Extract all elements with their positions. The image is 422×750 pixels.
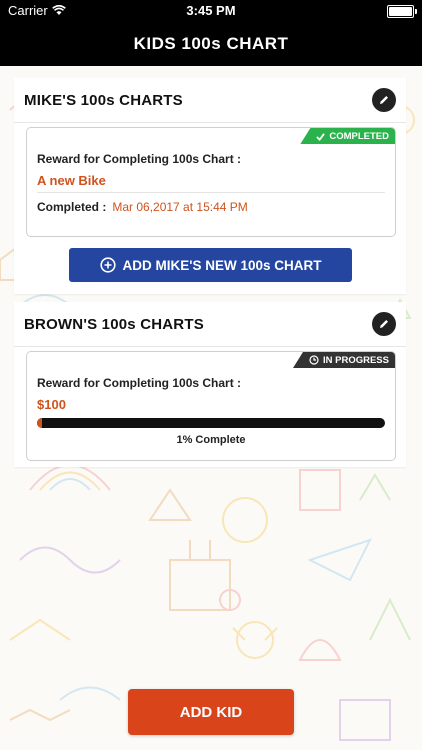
card-divider <box>37 192 385 193</box>
page-title: KIDS 100s CHART <box>133 34 289 53</box>
add-kid-button[interactable]: ADD KID <box>128 689 294 735</box>
chart-card[interactable]: COMPLETED Reward for Completing 100s Cha… <box>26 127 396 237</box>
progress-bar-fill <box>37 418 43 428</box>
kid-section-header: BROWN'S 100s CHARTS <box>14 302 406 347</box>
add-kid-label: ADD KID <box>179 703 243 721</box>
check-icon <box>316 132 326 141</box>
battery-icon <box>387 5 417 18</box>
completed-row: Completed : Mar 06,2017 at 15:44 PM <box>37 200 248 214</box>
reward-label: Reward for Completing 100s Chart : <box>37 152 242 166</box>
reward-label: Reward for Completing 100s Chart : <box>37 376 242 390</box>
nav-bar: KIDS 100s CHART <box>0 22 422 66</box>
edit-kid-button[interactable] <box>372 88 396 112</box>
reward-value: A new Bike <box>37 173 106 188</box>
pencil-icon <box>380 96 388 104</box>
plus-circle-icon <box>99 257 116 273</box>
status-badge: COMPLETED <box>300 128 395 144</box>
kid-section-brown: BROWN'S 100s CHARTS IN PROGRESS Reward f… <box>14 302 406 467</box>
clock-time: 3:45 PM <box>186 3 236 18</box>
completed-label: Completed : <box>37 200 107 214</box>
progress-text: 1% Complete <box>176 434 246 446</box>
kid-section-header: MIKE'S 100s CHARTS <box>14 78 406 123</box>
kid-section-title: BROWN'S 100s CHARTS <box>24 315 204 333</box>
edit-kid-button[interactable] <box>372 312 396 336</box>
status-badge-label: IN PROGRESS <box>323 354 389 366</box>
kid-section-title: MIKE'S 100s CHARTS <box>24 91 183 109</box>
progress-bar <box>37 418 385 428</box>
kid-section-mike: MIKE'S 100s CHARTS COMPLETED Reward for … <box>14 78 406 294</box>
chart-card[interactable]: IN PROGRESS Reward for Completing 100s C… <box>26 351 396 461</box>
add-new-chart-label: ADD MIKE'S NEW 100s CHART <box>122 257 322 273</box>
add-new-chart-button[interactable]: ADD MIKE'S NEW 100s CHART <box>69 248 352 282</box>
completed-date: Mar 06,2017 at 15:44 PM <box>112 200 248 214</box>
pencil-icon <box>380 320 388 328</box>
status-bar: Carrier 3:45 PM <box>0 0 422 22</box>
status-badge-label: COMPLETED <box>329 130 389 142</box>
status-badge: IN PROGRESS <box>293 352 395 368</box>
reward-value: $100 <box>37 397 66 412</box>
clock-icon <box>309 355 319 365</box>
